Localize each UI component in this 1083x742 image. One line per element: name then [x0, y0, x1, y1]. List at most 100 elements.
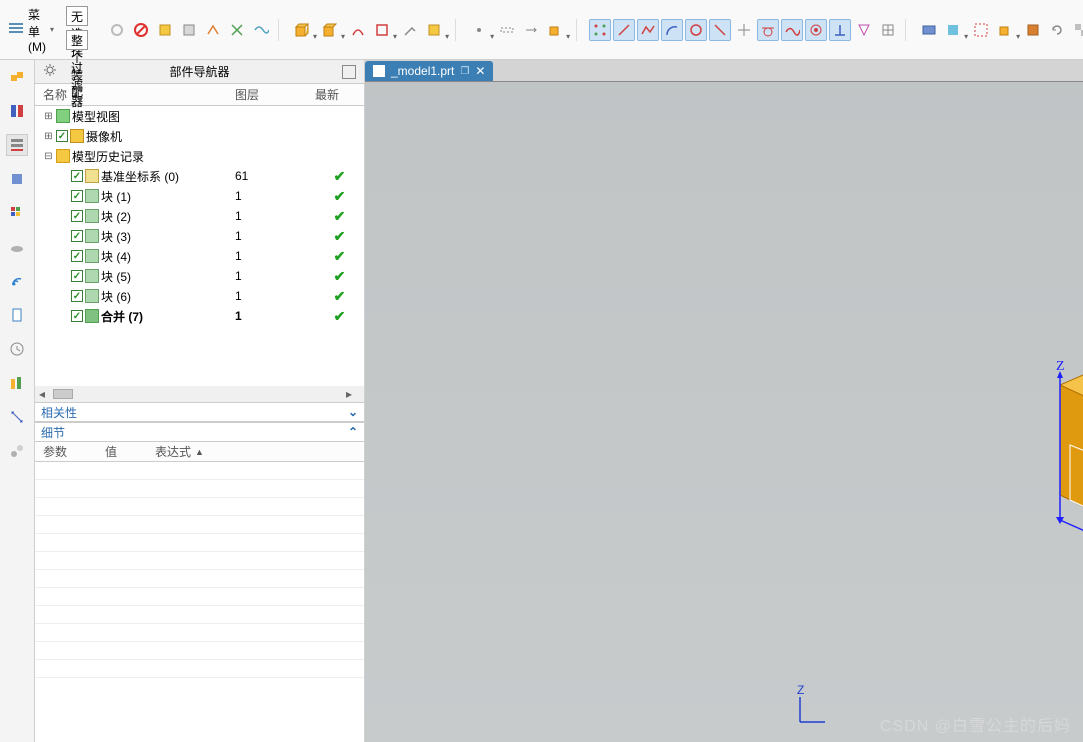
tree-node-block[interactable]: 块 (3)1✔ [35, 226, 364, 246]
rail-constraint-icon[interactable] [6, 100, 28, 122]
filter-section: 无选择过滤器 整个装配 [62, 0, 92, 59]
tool-icon[interactable] [250, 19, 272, 41]
gear-icon[interactable] [43, 63, 57, 80]
tool-icon[interactable] [1070, 19, 1083, 41]
line2-icon[interactable] [709, 19, 731, 41]
detail-row[interactable] [35, 660, 364, 678]
pin-icon[interactable] [342, 65, 356, 79]
detail-row[interactable] [35, 552, 364, 570]
part-navigator: 部件导航器 名称 ▲ 图层 最新 ⊞模型视图 ⊞摄像机 ⊟模型历史记录 基准坐标… [35, 60, 365, 742]
rail-signal-icon[interactable] [6, 270, 28, 292]
tool-icon[interactable] [942, 19, 964, 41]
detail-row[interactable] [35, 606, 364, 624]
tool-icon[interactable] [202, 19, 224, 41]
menu-label: 菜单(M) [28, 6, 46, 54]
tool-icon[interactable] [423, 19, 445, 41]
tool-icon[interactable] [853, 19, 875, 41]
tool-icon[interactable] [154, 19, 176, 41]
tangent-icon[interactable] [757, 19, 779, 41]
tree-node-unite[interactable]: 合并 (7)1✔ [35, 306, 364, 326]
circle-icon[interactable] [685, 19, 707, 41]
selection-scope-dropdown[interactable]: 整个装配 [66, 30, 88, 50]
left-rail [0, 60, 35, 742]
tree-node-camera[interactable]: ⊞摄像机 [35, 126, 364, 146]
tool-icon[interactable] [520, 19, 542, 41]
tree-node-model-view[interactable]: ⊞模型视图 [35, 106, 364, 126]
refresh-icon[interactable] [1046, 19, 1068, 41]
file-icon [373, 65, 385, 77]
tree-body: ⊞模型视图 ⊞摄像机 ⊟模型历史记录 基准坐标系 (0)61✔ 块 (1)1✔ … [35, 106, 364, 386]
detail-row[interactable] [35, 498, 364, 516]
tool-icon[interactable] [918, 19, 940, 41]
svg-text:Z: Z [797, 683, 804, 697]
tool-cube-icon[interactable] [544, 19, 566, 41]
tool-icon[interactable] [970, 19, 992, 41]
tool-icon[interactable] [106, 19, 128, 41]
tool-icon[interactable] [178, 19, 200, 41]
tool-icon[interactable] [733, 19, 755, 41]
tool-icon[interactable] [347, 19, 369, 41]
point-icon[interactable] [468, 19, 490, 41]
tree-node-block[interactable]: 块 (1)1✔ [35, 186, 364, 206]
tool-cube-icon[interactable] [319, 19, 341, 41]
perpendicular-icon[interactable] [829, 19, 851, 41]
dependency-section[interactable]: 相关性⌄ [35, 402, 364, 422]
document-tab[interactable]: _model1.prt ❐ ✕ [365, 61, 493, 81]
tool-icon[interactable] [496, 19, 518, 41]
detail-row[interactable] [35, 462, 364, 480]
detail-row[interactable] [35, 534, 364, 552]
model-box [1045, 320, 1083, 640]
rail-icon[interactable] [6, 440, 28, 462]
top-toolbar: 菜单(M) ▾ 无选择过滤器 整个装配 ▾ ▾ ▾ ▾ ▾ ▾ [0, 0, 1083, 60]
close-icon[interactable]: ✕ [475, 64, 485, 78]
tool-icon[interactable] [371, 19, 393, 41]
rail-navigator-icon[interactable] [6, 134, 28, 156]
tool-icon[interactable] [1022, 19, 1044, 41]
tab-label: _model1.prt [391, 64, 454, 78]
line-icon[interactable] [613, 19, 635, 41]
tool-cube-icon[interactable] [994, 19, 1016, 41]
arc-icon[interactable] [661, 19, 683, 41]
tool-icon[interactable] [226, 19, 248, 41]
details-section[interactable]: 细节⌃ [35, 422, 364, 442]
tree-node-block[interactable]: 块 (4)1✔ [35, 246, 364, 266]
rail-cloud-icon[interactable] [6, 236, 28, 258]
detail-row[interactable] [35, 570, 364, 588]
view-triad: Z [785, 682, 835, 732]
tree-node-block[interactable]: 块 (6)1✔ [35, 286, 364, 306]
grid-icon[interactable] [877, 19, 899, 41]
tree-column-header[interactable]: 名称 ▲ 图层 最新 [35, 84, 364, 106]
tree-node-datum[interactable]: 基准坐标系 (0)61✔ [35, 166, 364, 186]
selection-filter-dropdown[interactable]: 无选择过滤器 [66, 6, 88, 26]
detail-column-header[interactable]: 参数 值 表达式 ▲ [35, 442, 364, 462]
detail-row[interactable] [35, 624, 364, 642]
tree-node-block[interactable]: 块 (2)1✔ [35, 206, 364, 226]
rail-icon[interactable] [6, 372, 28, 394]
concentric-icon[interactable] [805, 19, 827, 41]
rail-history-icon[interactable] [6, 338, 28, 360]
spline-icon[interactable] [781, 19, 803, 41]
rail-document-icon[interactable] [6, 304, 28, 326]
detail-row[interactable] [35, 588, 364, 606]
detail-row[interactable] [35, 516, 364, 534]
detail-row[interactable] [35, 480, 364, 498]
no-entry-icon[interactable] [130, 19, 152, 41]
rail-reuse-icon[interactable] [6, 168, 28, 190]
sketch-point-icon[interactable] [589, 19, 611, 41]
tree-node-block[interactable]: 块 (5)1✔ [35, 266, 364, 286]
window-icon[interactable]: ❐ [460, 66, 469, 77]
horizontal-scrollbar[interactable]: ◂▸ [35, 386, 364, 402]
rail-dimension-icon[interactable] [6, 406, 28, 428]
rail-assembly-icon[interactable] [6, 66, 28, 88]
detail-rows [35, 462, 364, 742]
main-menu[interactable]: 菜单(M) ▾ [0, 0, 62, 59]
watermark: CSDN @白雪公主的后妈 [880, 712, 1071, 736]
rail-color-icon[interactable] [6, 202, 28, 224]
tree-node-history[interactable]: ⊟模型历史记录 [35, 146, 364, 166]
polyline-icon[interactable] [637, 19, 659, 41]
tab-bar: _model1.prt ❐ ✕ [365, 60, 1083, 82]
detail-row[interactable] [35, 642, 364, 660]
tool-cube-icon[interactable] [291, 19, 313, 41]
tool-icon[interactable] [399, 19, 421, 41]
3d-viewport[interactable]: _model1.prt ❐ ✕ Z Y [365, 60, 1083, 742]
